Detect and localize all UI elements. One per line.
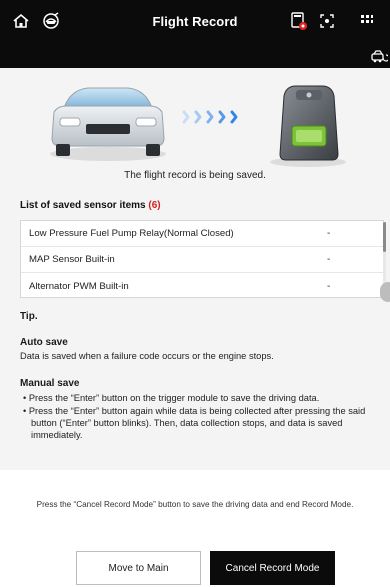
manual-save-item: Press the “Enter” button on the trigger …	[20, 392, 384, 404]
list-item[interactable]: MAP Sensor Built-in -	[21, 247, 383, 273]
grid-icon[interactable]	[356, 10, 378, 32]
sensor-list[interactable]: Low Pressure Fuel Pump Relay(Normal Clos…	[20, 220, 384, 298]
cancel-record-mode-button[interactable]: Cancel Record Mode	[210, 551, 335, 585]
capture-icon[interactable]	[316, 10, 338, 32]
sensor-item-value: -	[327, 254, 331, 265]
tip-title: Tip.	[20, 311, 38, 322]
sensor-item-name: MAP Sensor Built-in	[29, 254, 115, 265]
move-to-main-button[interactable]: Move to Main	[76, 551, 201, 585]
list-scrollbar-thumb[interactable]	[383, 222, 386, 252]
sensor-item-name: Alternator PWM Built-in	[29, 280, 129, 292]
manual-save-item: Press the “Enter” button again while dat…	[20, 405, 384, 441]
bottom-panel: Press the “Cancel Record Mode” button to…	[0, 470, 390, 587]
auto-save-text: Data is saved when a failure code occurs…	[20, 351, 274, 361]
sensor-item-value: -	[327, 228, 331, 239]
top-bar: Flight Record	[0, 0, 390, 46]
vehicle-reload-icon[interactable]	[368, 46, 390, 68]
list-item[interactable]: Alternator PWM Built-in -	[21, 273, 383, 297]
recording-icon[interactable]	[288, 10, 310, 32]
transfer-arrows	[182, 110, 238, 124]
cancel-record-notice: Press the “Cancel Record Mode” button to…	[36, 500, 354, 509]
sensor-list-title-text: List of saved sensor items	[20, 200, 146, 211]
sensor-count-badge: (6)	[148, 200, 161, 211]
record-status-caption: The flight record is being saved.	[124, 170, 266, 181]
sub-bar	[0, 46, 390, 68]
manual-save-heading: Manual save	[20, 378, 80, 389]
sensor-item-name: Low Pressure Fuel Pump Relay(Normal Clos…	[29, 228, 234, 239]
auto-save-heading: Auto save	[20, 337, 68, 348]
sensor-item-value: -	[327, 280, 331, 292]
sensor-list-title: List of saved sensor items (6)	[20, 200, 161, 211]
manual-save-list: Press the “Enter” button on the trigger …	[20, 392, 384, 442]
side-drawer-handle[interactable]	[380, 282, 390, 302]
list-item[interactable]: Low Pressure Fuel Pump Relay(Normal Clos…	[21, 221, 383, 247]
